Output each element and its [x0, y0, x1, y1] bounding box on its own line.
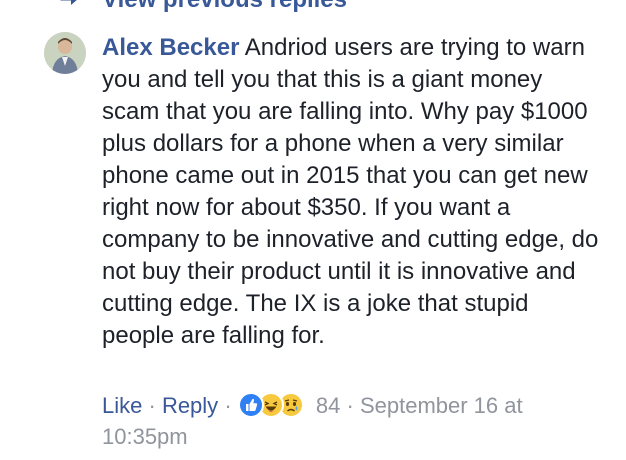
- reply-arrow-icon: [58, 0, 82, 11]
- comment-body: Alex Becker Andriod users are trying to …: [102, 32, 602, 352]
- reply-button[interactable]: Reply: [162, 393, 218, 418]
- comment-text: Andriod users are trying to warn you and…: [102, 34, 599, 349]
- separator: ·: [148, 393, 156, 418]
- reaction-count[interactable]: 84: [316, 393, 340, 418]
- like-reaction-icon: [237, 392, 264, 418]
- separator: ·: [224, 393, 232, 418]
- like-button[interactable]: Like: [102, 393, 142, 418]
- separator: ·: [346, 393, 354, 418]
- avatar[interactable]: [44, 32, 86, 74]
- comment-actions: Like · Reply · 84 · September 16 at 10:3…: [102, 390, 602, 452]
- comment-author-link[interactable]: Alex Becker: [102, 34, 239, 61]
- view-previous-replies-label: View previous replies: [102, 0, 347, 14]
- view-previous-replies-link[interactable]: View previous replies: [58, 0, 347, 14]
- reactions-summary[interactable]: [237, 392, 310, 418]
